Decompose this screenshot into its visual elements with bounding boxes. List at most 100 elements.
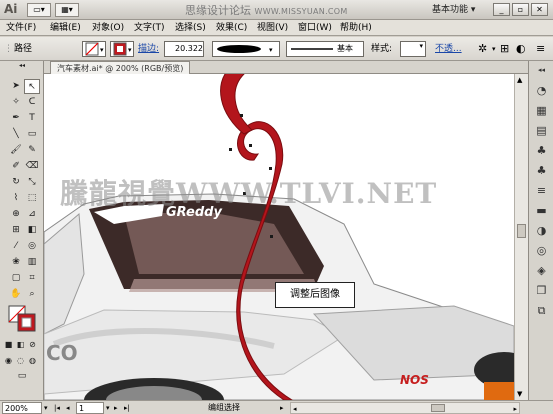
scrollbar-thumb[interactable] [517, 224, 526, 238]
zoom-dropdown-icon[interactable]: ▾ [44, 402, 48, 414]
anchor-point[interactable] [269, 167, 272, 170]
free-transform-tool-icon[interactable]: ⬚ [24, 191, 40, 206]
perspective-grid-tool-icon[interactable]: ⊿ [24, 207, 40, 222]
status-menu-icon[interactable]: ▸ [280, 402, 284, 414]
anchor-point[interactable] [249, 144, 252, 147]
horizontal-scrollbar[interactable]: ◂ ▸ [290, 402, 520, 414]
blend-tool-icon[interactable]: ◎ [24, 239, 40, 254]
graphic-style-picker[interactable]: ▾ [400, 41, 426, 57]
pencil-tool-icon[interactable]: ✎ [24, 143, 40, 158]
stroke-panel-link[interactable]: 描边: [138, 41, 159, 57]
menu-effect[interactable]: 效果(C) [214, 21, 249, 35]
anchor-point[interactable] [229, 148, 232, 151]
first-artboard-icon[interactable]: |◂ [54, 402, 60, 414]
menu-object[interactable]: 对象(O) [90, 21, 126, 35]
mesh-tool-icon[interactable]: ⊞ [8, 223, 24, 238]
menu-help[interactable]: 帮助(H) [338, 21, 374, 35]
eyedropper-tool-icon[interactable]: ⁄ [8, 239, 24, 254]
align-icon[interactable]: ⊞ [500, 41, 509, 57]
fill-stroke-widget[interactable] [8, 305, 38, 333]
scroll-up-icon[interactable]: ▲ [517, 76, 522, 84]
color-mode-icon[interactable]: ■ [3, 337, 14, 352]
color-guide-icon[interactable]: ▦ [533, 103, 550, 118]
menu-type[interactable]: 文字(T) [132, 21, 167, 35]
magic-wand-tool-icon[interactable]: ✧ [8, 95, 24, 110]
variable-width-profile[interactable]: ▾ [212, 41, 280, 57]
brushes-panel-icon[interactable]: ♣ [533, 143, 550, 158]
symbol-sprayer-tool-icon[interactable]: ❀ [8, 255, 24, 270]
sparkle-icon[interactable]: ✲ [478, 41, 487, 57]
stroke-color-picker[interactable]: ▾ [110, 41, 134, 57]
layers-panel-icon[interactable]: ❒ [533, 283, 550, 298]
transparency-panel-icon[interactable]: ◑ [533, 223, 550, 238]
gradient-tool-icon[interactable]: ◧ [24, 223, 40, 238]
stroke-panel-icon[interactable]: ≡ [533, 183, 550, 198]
appearance-panel-icon[interactable]: ◎ [533, 243, 550, 258]
artboard-canvas[interactable]: GReddy CO NOS [44, 74, 514, 400]
last-artboard-icon[interactable]: ▸| [124, 402, 130, 414]
document-tab[interactable]: 汽车素材.ai* @ 200% (RGB/预览) [50, 61, 191, 74]
expand-panels-icon[interactable]: ◂◂ [533, 63, 550, 78]
artboard-tool-icon[interactable]: ▢ [8, 271, 24, 286]
draw-behind-icon[interactable]: ◌ [15, 353, 26, 368]
brush-definition[interactable]: 基本 [286, 41, 364, 57]
slice-tool-icon[interactable]: ⌗ [24, 271, 40, 286]
zoom-field[interactable]: 200% [2, 402, 42, 414]
rotate-tool-icon[interactable]: ↻ [8, 175, 24, 190]
recolor-icon[interactable]: ◐ [516, 41, 526, 57]
lasso-tool-icon[interactable]: ᑕ [24, 95, 40, 110]
vertical-scrollbar[interactable]: ▲ ▼ [514, 74, 528, 400]
artboard-number-field[interactable]: 1 [76, 402, 104, 414]
horizontal-scrollbar-thumb[interactable] [431, 404, 445, 412]
menu-view[interactable]: 视图(V) [255, 21, 290, 35]
screen-mode-icon[interactable]: ▭ [14, 369, 30, 384]
draw-inside-icon[interactable]: ◍ [27, 353, 38, 368]
artboards-panel-icon[interactable]: ⧉ [533, 303, 550, 318]
scroll-left-icon[interactable]: ◂ [293, 403, 297, 414]
selection-tool-icon[interactable]: ➤ [8, 79, 24, 94]
panel-menu-icon[interactable]: ≡ [536, 41, 545, 57]
eraser-tool-icon[interactable]: ⌫ [24, 159, 40, 174]
maximize-button[interactable]: ▫ [512, 3, 529, 16]
scale-tool-icon[interactable]: ⤡ [24, 175, 40, 190]
color-panel-icon[interactable]: ◔ [533, 83, 550, 98]
menu-window[interactable]: 窗口(W) [296, 21, 334, 35]
artboard-dropdown-icon[interactable]: ▾ [106, 402, 110, 414]
direct-selection-tool-icon[interactable]: ↖ [24, 79, 40, 94]
anchor-point[interactable] [240, 114, 243, 117]
blob-brush-tool-icon[interactable]: ✐ [8, 159, 24, 174]
symbols-panel-icon[interactable]: ♣ [533, 163, 550, 178]
next-artboard-icon[interactable]: ▸ [114, 402, 118, 414]
swatches-panel-icon[interactable]: ▤ [533, 123, 550, 138]
arrange-documents-button[interactable]: ▦▾ [55, 3, 79, 17]
menu-file[interactable]: 文件(F) [4, 21, 38, 35]
paintbrush-tool-icon[interactable]: 🖌 [8, 143, 24, 158]
anchor-point[interactable] [270, 235, 273, 238]
column-graph-tool-icon[interactable]: ▥ [24, 255, 40, 270]
gradient-mode-icon[interactable]: ◧ [15, 337, 26, 352]
close-button[interactable]: ✕ [531, 3, 548, 16]
swirl-top[interactable] [220, 74, 253, 135]
menu-edit[interactable]: 编辑(E) [48, 21, 83, 35]
fill-color-picker[interactable]: ▾ [82, 41, 106, 57]
line-tool-icon[interactable]: ╲ [8, 127, 24, 142]
rectangle-tool-icon[interactable]: ▭ [24, 127, 40, 142]
menu-select[interactable]: 选择(S) [173, 21, 208, 35]
warp-tool-icon[interactable]: ⌇ [8, 191, 24, 206]
stroke-weight-field[interactable]: 20.322 [164, 41, 204, 57]
shape-builder-tool-icon[interactable]: ⊕ [8, 207, 24, 222]
collapse-panel-icon[interactable]: ◂◂ [14, 63, 30, 69]
opacity-link[interactable]: 不透... [435, 41, 462, 57]
pen-tool-icon[interactable]: ✒ [8, 111, 24, 126]
workspace-switcher[interactable]: 基本功能 ▾ [432, 3, 490, 17]
gradient-panel-icon[interactable]: ▬ [533, 203, 550, 218]
hand-tool-icon[interactable]: ✋ [8, 287, 24, 302]
chevron-down-icon[interactable]: ▾ [492, 41, 496, 57]
previous-artboard-icon[interactable]: ◂ [66, 402, 70, 414]
graphic-styles-panel-icon[interactable]: ◈ [533, 263, 550, 278]
none-mode-icon[interactable]: ⊘ [27, 337, 38, 352]
minimize-button[interactable]: _ [493, 3, 510, 16]
scroll-down-icon[interactable]: ▼ [517, 390, 522, 398]
bridge-button[interactable]: ▭▾ [27, 3, 51, 17]
zoom-tool-icon[interactable]: ⌕ [24, 287, 40, 302]
